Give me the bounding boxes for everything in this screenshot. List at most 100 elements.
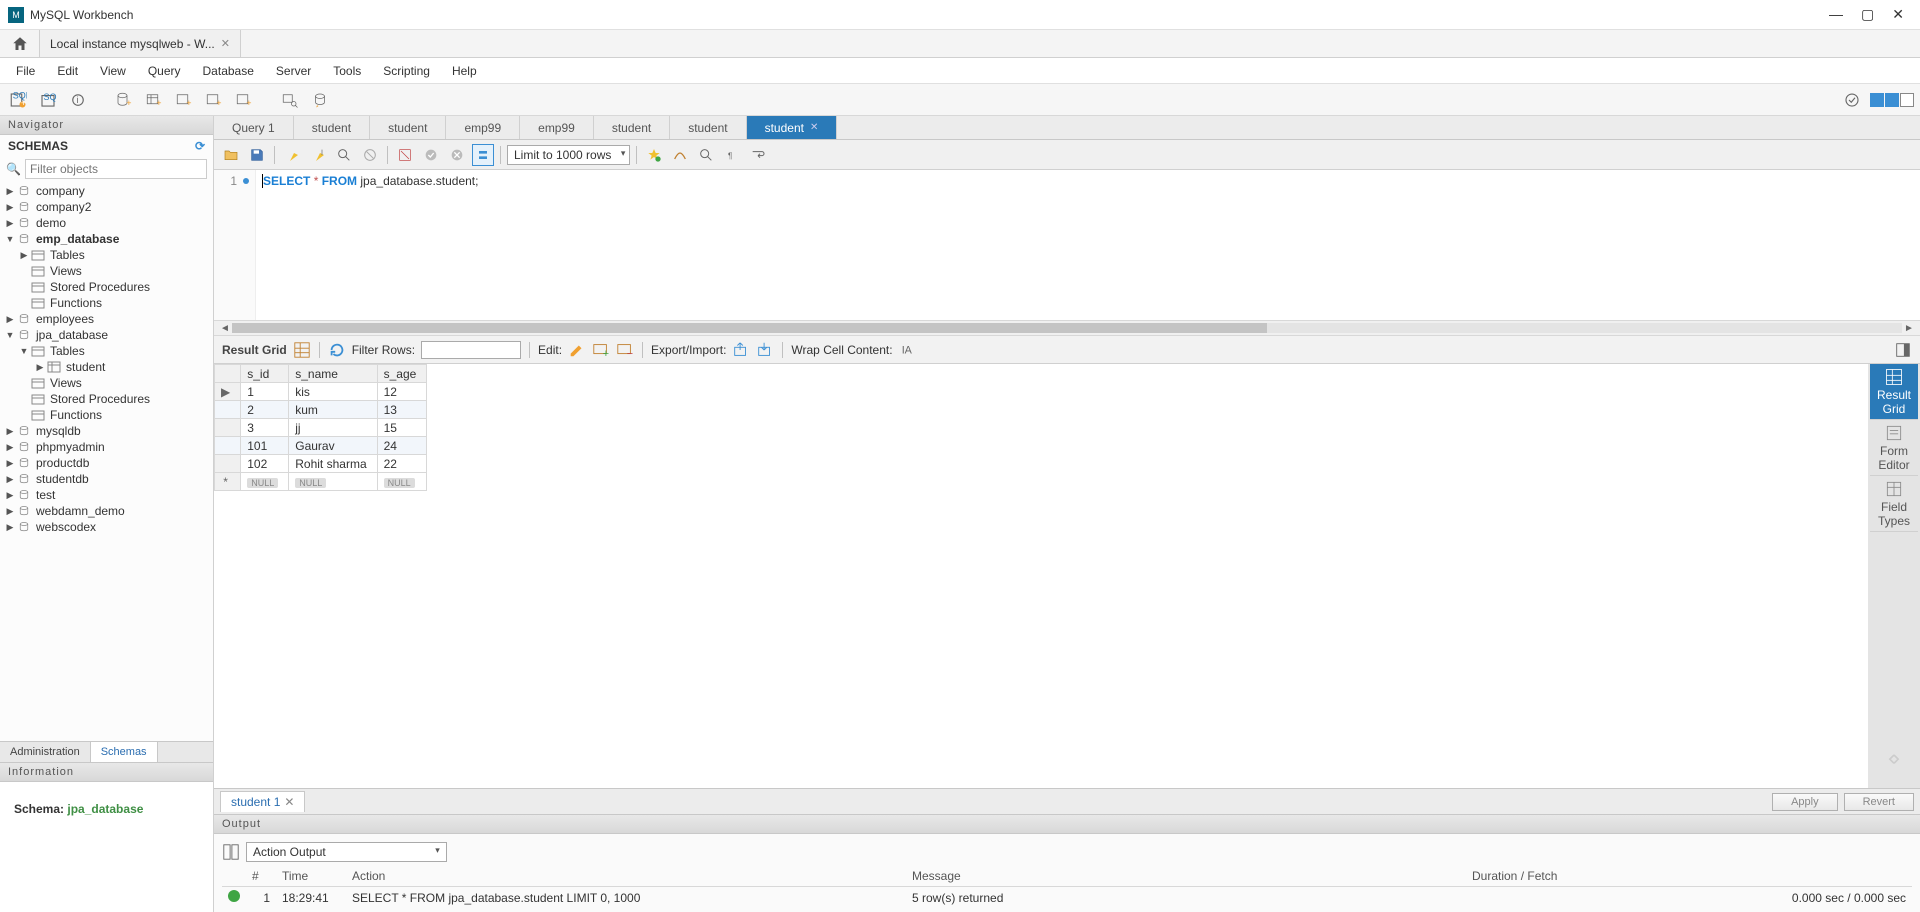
autocommit-icon[interactable] [472, 144, 494, 166]
tree-arrow[interactable]: ▶ [4, 186, 16, 197]
tree-arrow[interactable]: ▼ [4, 234, 16, 244]
cell[interactable]: NULL [241, 473, 289, 491]
stop-icon[interactable] [359, 144, 381, 166]
query-tab[interactable]: student [594, 116, 670, 139]
right-panel-toggle[interactable] [1900, 93, 1914, 107]
open-file-icon[interactable] [220, 144, 242, 166]
cell[interactable]: NULL [377, 473, 427, 491]
tree-arrow[interactable]: ▶ [34, 362, 46, 373]
beautify-icon[interactable] [669, 144, 691, 166]
close-icon[interactable]: ✕ [284, 795, 294, 809]
side-tab-field-types[interactable]: Field Types [1870, 476, 1918, 532]
close-button[interactable]: ✕ [1892, 6, 1904, 23]
scroll-right-icon[interactable]: ► [1902, 323, 1916, 334]
tree-item-jpa_database[interactable]: ▼jpa_database [0, 327, 213, 343]
tree-item-views[interactable]: Views [0, 263, 213, 279]
cell[interactable]: 15 [377, 419, 427, 437]
menu-scripting[interactable]: Scripting [373, 60, 440, 82]
add-row-icon[interactable]: + [592, 341, 610, 359]
menu-server[interactable]: Server [266, 60, 321, 82]
query-tab[interactable]: student [670, 116, 746, 139]
tree-item-demo[interactable]: ▶demo [0, 215, 213, 231]
execute-icon[interactable] [281, 144, 303, 166]
search-table-data-icon[interactable] [278, 88, 302, 112]
cell[interactable]: kum [289, 401, 377, 419]
cell[interactable]: Gaurav [289, 437, 377, 455]
cell[interactable]: 1 [241, 383, 289, 401]
create-schema-icon[interactable]: + [112, 88, 136, 112]
left-panel-toggle[interactable] [1870, 93, 1884, 107]
query-tab[interactable]: Query 1 [214, 116, 294, 139]
tree-arrow[interactable]: ▶ [4, 442, 16, 453]
cell[interactable]: 24 [377, 437, 427, 455]
column-header-s_name[interactable]: s_name [289, 365, 377, 383]
rollback-icon[interactable] [446, 144, 468, 166]
tree-item-mysqldb[interactable]: ▶mysqldb [0, 423, 213, 439]
connection-tab[interactable]: Local instance mysqlweb - W... ✕ [40, 30, 241, 57]
bottom-panel-toggle[interactable] [1885, 93, 1899, 107]
update-icon[interactable] [1840, 88, 1864, 112]
close-icon[interactable]: ✕ [810, 122, 818, 133]
commit-icon[interactable] [420, 144, 442, 166]
tree-item-test[interactable]: ▶test [0, 487, 213, 503]
tree-item-views[interactable]: Views [0, 375, 213, 391]
tree-arrow[interactable]: ▶ [4, 490, 16, 501]
minimize-button[interactable]: — [1829, 6, 1843, 23]
invisible-chars-icon[interactable]: ¶ [721, 144, 743, 166]
scroll-left-icon[interactable]: ◄ [218, 323, 232, 334]
new-sql-tab-icon[interactable]: SQL+ [6, 88, 30, 112]
no-limit-icon[interactable] [394, 144, 416, 166]
tree-item-employees[interactable]: ▶employees [0, 311, 213, 327]
wrap-cell-icon[interactable]: IA [899, 341, 917, 359]
column-header-s_id[interactable]: s_id [241, 365, 289, 383]
side-tab-nav[interactable] [1870, 732, 1918, 788]
wrap-icon[interactable] [747, 144, 769, 166]
refresh-icon[interactable]: ⟳ [195, 139, 205, 153]
scroll-track[interactable] [232, 323, 1902, 333]
tree-arrow[interactable]: ▶ [4, 426, 16, 437]
tree-arrow[interactable]: ▶ [4, 474, 16, 485]
import-icon[interactable] [756, 341, 774, 359]
table-row[interactable]: 2kum13 [215, 401, 427, 419]
menu-edit[interactable]: Edit [47, 60, 88, 82]
save-icon[interactable] [246, 144, 268, 166]
cell[interactable]: 22 [377, 455, 427, 473]
revert-button[interactable]: Revert [1844, 793, 1914, 811]
export-icon[interactable] [732, 341, 750, 359]
open-sql-script-icon[interactable]: SQL [36, 88, 60, 112]
create-sp-icon[interactable]: + [202, 88, 226, 112]
explain-icon[interactable] [333, 144, 355, 166]
query-tab[interactable]: student [370, 116, 446, 139]
apply-button[interactable]: Apply [1772, 793, 1838, 811]
scroll-thumb[interactable] [232, 323, 1267, 333]
cell[interactable]: jj [289, 419, 377, 437]
panel-toggle[interactable] [1870, 93, 1914, 107]
toggle-result-icon[interactable] [1894, 341, 1912, 359]
editor-hscroll[interactable]: ◄ ► [214, 320, 1920, 336]
query-tab[interactable]: emp99 [446, 116, 520, 139]
side-tab-form-editor[interactable]: Form Editor [1870, 420, 1918, 476]
delete-row-icon[interactable]: − [616, 341, 634, 359]
home-tab[interactable] [0, 30, 40, 57]
reconnect-icon[interactable] [308, 88, 332, 112]
result-tab[interactable]: student 1 ✕ [220, 791, 305, 812]
create-view-icon[interactable]: + [172, 88, 196, 112]
code-area[interactable]: SELECT * FROM jpa_database.student; [256, 170, 1920, 320]
grid-icon[interactable] [293, 341, 311, 359]
tree-arrow[interactable]: ▶ [4, 506, 16, 517]
tree-item-phpmyadmin[interactable]: ▶phpmyadmin [0, 439, 213, 455]
maximize-button[interactable]: ▢ [1861, 6, 1874, 23]
tree-arrow[interactable]: ▶ [4, 202, 16, 213]
tree-item-company[interactable]: ▶company [0, 183, 213, 199]
table-row[interactable]: 101Gaurav24 [215, 437, 427, 455]
filter-rows-input[interactable] [421, 341, 521, 359]
refresh-result-icon[interactable] [328, 341, 346, 359]
menu-query[interactable]: Query [138, 60, 191, 82]
tree-arrow[interactable]: ▶ [18, 250, 30, 261]
cell[interactable]: kis [289, 383, 377, 401]
cell[interactable]: 101 [241, 437, 289, 455]
tree-item-emp_database[interactable]: ▼emp_database [0, 231, 213, 247]
tree-item-webdamn_demo[interactable]: ▶webdamn_demo [0, 503, 213, 519]
create-function-icon[interactable]: + [232, 88, 256, 112]
column-header-s_age[interactable]: s_age [377, 365, 427, 383]
